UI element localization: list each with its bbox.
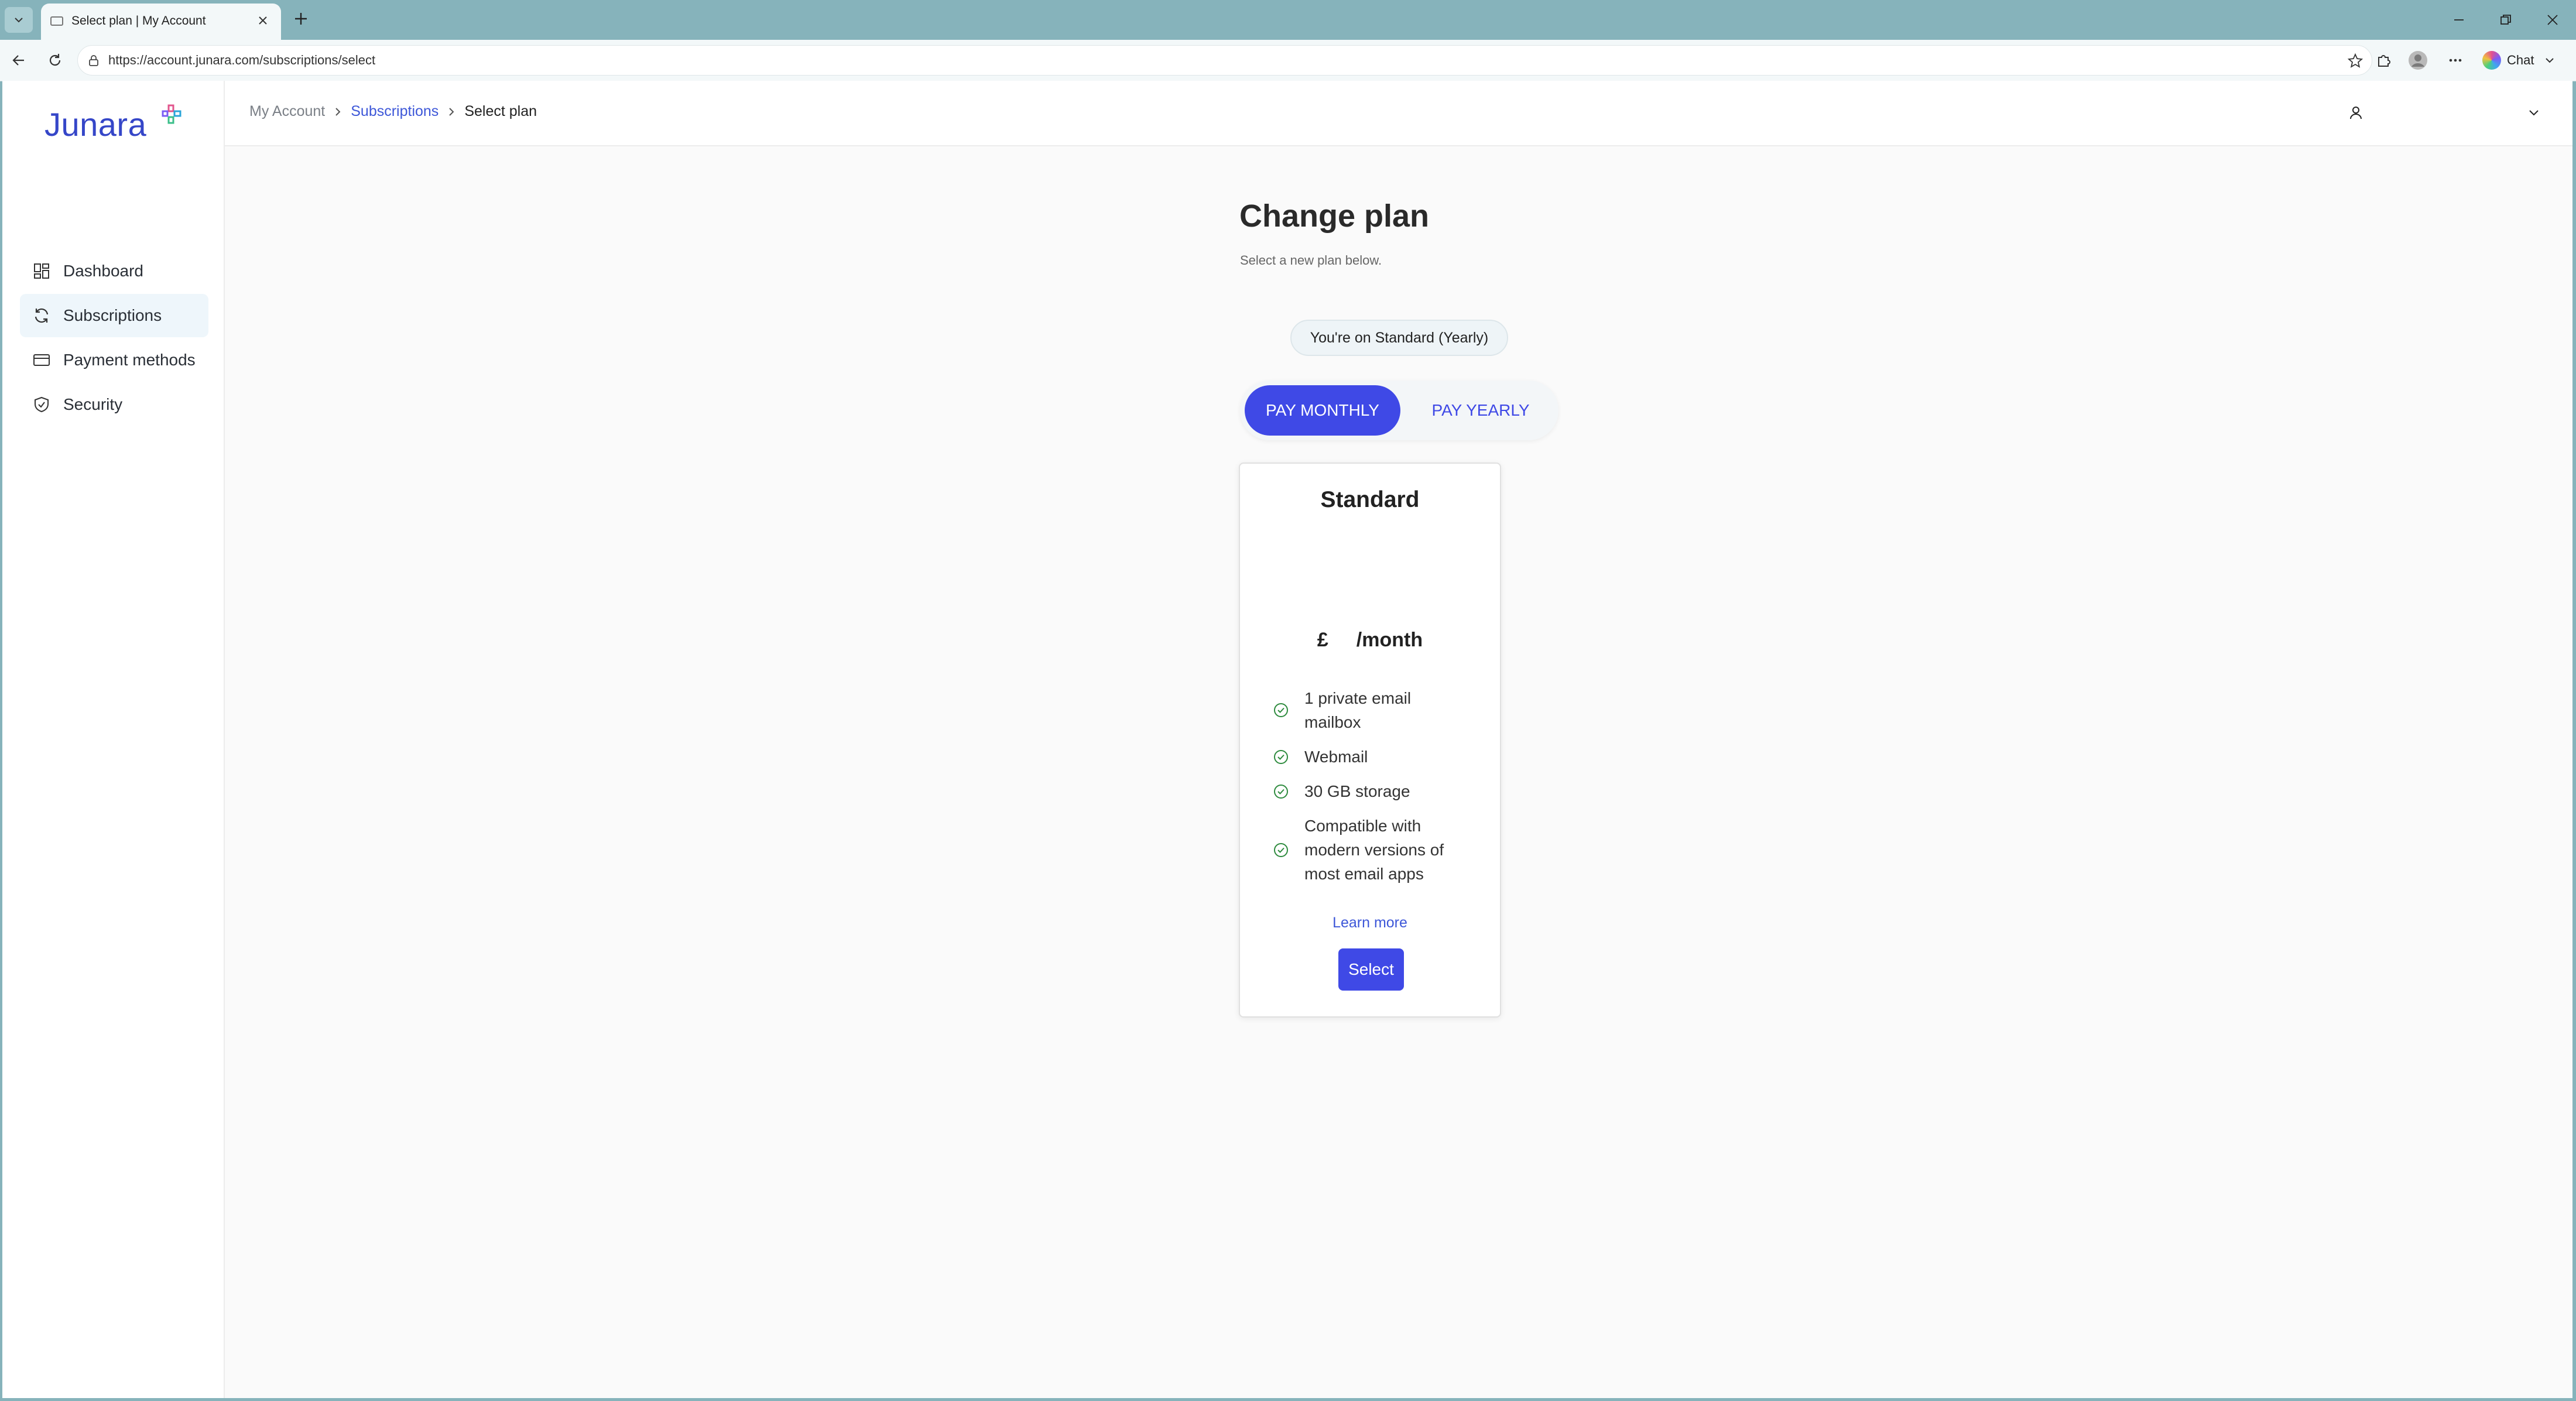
chat-label: Chat: [2507, 53, 2534, 67]
page: Junara Dashboard Subscriptions Payment m…: [2, 81, 2572, 1398]
avatar-icon: [2409, 51, 2427, 70]
breadcrumb-current: Select plan: [464, 103, 537, 119]
user-icon: [2350, 107, 2362, 119]
back-button[interactable]: [6, 47, 32, 73]
sidebar-item-label: Payment methods: [63, 351, 196, 369]
close-tab-button[interactable]: [253, 11, 273, 30]
tab-list-button[interactable]: [5, 7, 33, 33]
plan-card-standard: Standard £ /month 1 private email mailbo…: [1239, 463, 1501, 1018]
page-subtitle: Select a new plan below.: [1240, 253, 1382, 268]
select-plan-button[interactable]: Select: [1338, 948, 1404, 991]
sidebar-item-label: Dashboard: [63, 262, 143, 280]
sidebar-item-dashboard[interactable]: Dashboard: [20, 249, 208, 293]
pay-yearly-button[interactable]: PAY YEARLY: [1407, 385, 1554, 436]
reload-button[interactable]: [42, 47, 68, 73]
chevron-down-icon: [2546, 58, 2554, 63]
pay-monthly-button[interactable]: PAY MONTHLY: [1245, 385, 1400, 436]
minimize-button[interactable]: [2435, 0, 2482, 40]
price-period: /month: [1356, 629, 1423, 651]
logo-mark-icon: [162, 104, 181, 124]
restore-button[interactable]: [2482, 0, 2529, 40]
browser-tab[interactable]: Select plan | My Account: [41, 4, 281, 40]
feature-text: 30 GB storage: [1304, 782, 1410, 800]
price-currency: £: [1317, 629, 1328, 651]
reload-icon: [49, 54, 61, 66]
profile-button[interactable]: [2405, 47, 2431, 73]
extensions-button[interactable]: [2371, 47, 2397, 73]
site-info-icon[interactable]: [87, 54, 100, 70]
feature-text: 1 private email mailbox: [1304, 689, 1412, 731]
copilot-icon: [2482, 51, 2501, 70]
sidebar-item-payment-methods[interactable]: Payment methods: [20, 338, 208, 382]
sidebar-item-security[interactable]: Security: [20, 383, 208, 426]
shield-icon: [32, 395, 52, 415]
list-item: 1 private email mailbox: [1273, 686, 1466, 734]
user-menu-toggle[interactable]: [2523, 102, 2544, 123]
bookmark-star-icon[interactable]: [2345, 50, 2366, 71]
plus-icon: [295, 13, 307, 25]
list-item: Compatible with modern versions of most …: [1273, 814, 1466, 886]
url-text[interactable]: https://account.junara.com/subscriptions…: [108, 53, 375, 68]
address-bar[interactable]: https://account.junara.com/subscriptions…: [77, 45, 2372, 76]
refresh-icon: [32, 306, 52, 326]
billing-period-toggle: PAY MONTHLY PAY YEARLY: [1240, 381, 1558, 440]
brand-name: Junara: [44, 105, 147, 143]
chevron-down-icon: [2529, 110, 2539, 116]
minimize-icon: [2454, 19, 2464, 20]
breadcrumb-my-account[interactable]: My Account: [249, 103, 325, 120]
chevron-right-icon: [333, 107, 342, 117]
feature-list: 1 private email mailbox Webmail 30 GB st…: [1273, 686, 1466, 896]
list-item: Webmail: [1273, 745, 1466, 769]
close-window-button[interactable]: [2529, 0, 2576, 40]
chat-button[interactable]: Chat: [2482, 47, 2570, 74]
check-circle-icon: [1273, 749, 1289, 765]
sidebar-item-subscriptions[interactable]: Subscriptions: [20, 294, 208, 337]
plan-name: Standard: [1320, 487, 1420, 512]
current-plan-badge: You're on Standard (Yearly): [1290, 320, 1508, 356]
breadcrumb-subscriptions[interactable]: Subscriptions: [351, 103, 439, 120]
close-icon: [2547, 15, 2558, 25]
mail-icon: [50, 16, 63, 26]
page-title: Change plan: [1239, 198, 1430, 234]
close-icon: [259, 16, 267, 25]
plan-price: £ /month: [1240, 629, 1500, 652]
browser-tab-strip: Select plan | My Account: [0, 0, 2576, 40]
sidebar-item-label: Subscriptions: [63, 306, 162, 324]
chevron-down-icon: [15, 18, 23, 23]
more-horizontal-icon: [2449, 59, 2462, 62]
feature-text: Compatible with modern versions of most …: [1304, 817, 1444, 883]
sidebar: Junara Dashboard Subscriptions Payment m…: [2, 81, 225, 1398]
learn-more-link[interactable]: Learn more: [1240, 914, 1500, 931]
browser-toolbar: https://account.junara.com/subscriptions…: [0, 40, 2576, 81]
user-menu-button[interactable]: [2344, 101, 2368, 124]
new-tab-button[interactable]: [289, 7, 313, 30]
check-circle-icon: [1273, 702, 1289, 718]
breadcrumb: My Account Subscriptions Select plan: [249, 103, 537, 120]
check-circle-icon: [1273, 842, 1289, 858]
chevron-right-icon: [447, 107, 456, 117]
check-circle-icon: [1273, 783, 1289, 800]
restore-icon: [2500, 15, 2511, 25]
brand-logo[interactable]: Junara: [44, 101, 181, 148]
page-header: My Account Subscriptions Select plan: [225, 81, 2572, 146]
feature-text: Webmail: [1304, 748, 1368, 766]
tab-title: Select plan | My Account: [71, 14, 206, 28]
list-item: 30 GB storage: [1273, 779, 1466, 803]
dashboard-icon: [32, 261, 52, 281]
sidebar-item-label: Security: [63, 395, 123, 413]
credit-card-icon: [32, 350, 52, 370]
arrow-left-icon: [12, 55, 24, 66]
more-menu-button[interactable]: [2443, 47, 2468, 73]
extension-icon: [2378, 55, 2390, 67]
